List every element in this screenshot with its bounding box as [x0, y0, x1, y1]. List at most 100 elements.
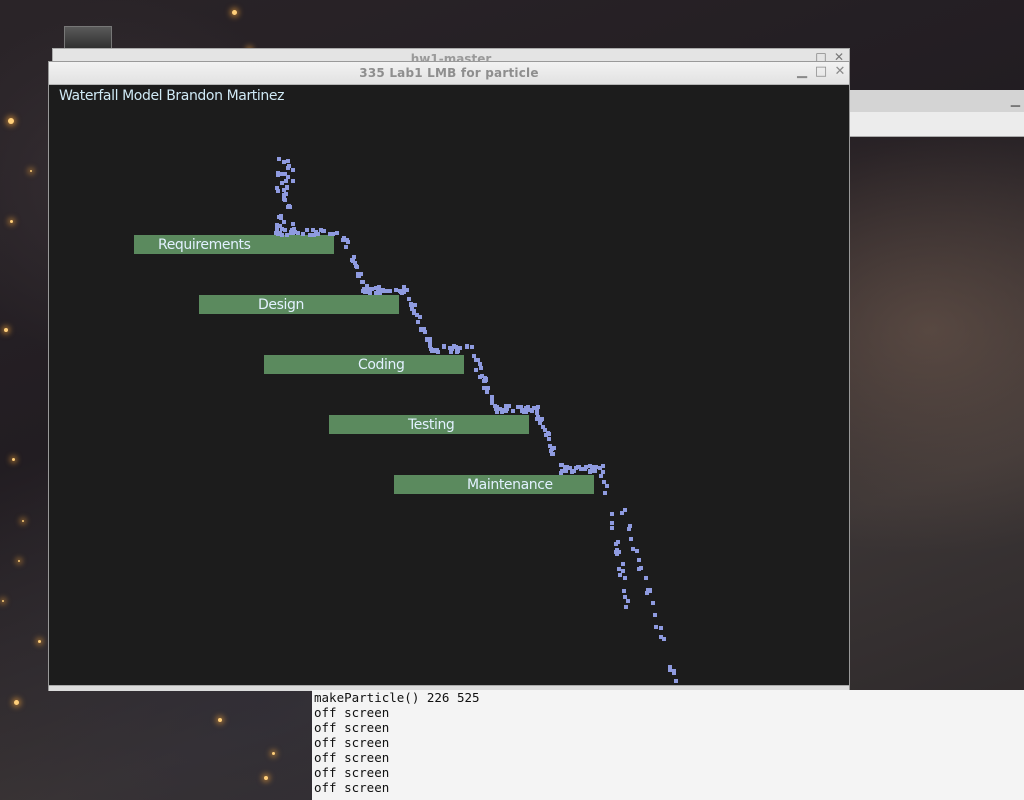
- particle: [523, 408, 527, 412]
- terminal-line: off screen: [314, 765, 390, 780]
- background-window-toolbar: [850, 112, 1024, 137]
- particle: [617, 567, 621, 571]
- particle: [610, 521, 614, 525]
- particle: [583, 467, 587, 471]
- phase-label: Requirements: [158, 237, 251, 253]
- particle: [365, 287, 369, 291]
- particle: [412, 311, 416, 315]
- close-icon[interactable]: ✕: [833, 65, 847, 79]
- phase-box-coding: Coding: [264, 355, 464, 374]
- star: [22, 520, 24, 522]
- star: [264, 776, 268, 780]
- drawing-canvas[interactable]: Waterfall Model Brandon Martinez Require…: [49, 85, 849, 685]
- particle: [626, 599, 630, 603]
- particle: [284, 179, 288, 183]
- particle: [637, 558, 641, 562]
- star: [12, 458, 15, 461]
- minimize-icon[interactable]: ▁: [795, 65, 809, 79]
- particle: [476, 358, 480, 362]
- phase-box-testing: Testing: [329, 415, 529, 434]
- particle: [458, 346, 462, 350]
- particle: [428, 337, 432, 341]
- particle: [377, 285, 381, 289]
- particle: [610, 512, 614, 516]
- particle: [305, 228, 309, 232]
- particle: [623, 576, 627, 580]
- particle: [653, 613, 657, 617]
- particle: [423, 330, 427, 334]
- particle: [280, 181, 284, 185]
- star: [232, 10, 237, 15]
- particle: [287, 164, 291, 168]
- particle: [282, 220, 286, 224]
- star: [18, 560, 20, 562]
- background-window-titlebar-right[interactable]: ▁: [850, 90, 1024, 113]
- maximize-icon[interactable]: □: [814, 65, 828, 79]
- particle: [282, 193, 286, 197]
- particle: [483, 376, 487, 380]
- particle: [662, 637, 666, 641]
- particle: [286, 159, 290, 163]
- particle: [316, 232, 320, 236]
- particle: [474, 368, 478, 372]
- particle: [535, 417, 539, 421]
- window-title: 335 Lab1 LMB for particle: [359, 66, 539, 80]
- particle: [416, 320, 420, 324]
- particle: [376, 290, 380, 294]
- particle: [283, 228, 287, 232]
- phase-label: Coding: [358, 357, 405, 373]
- particle: [328, 232, 332, 236]
- particle: [614, 550, 618, 554]
- app-heading: Waterfall Model Brandon Martinez: [59, 88, 285, 104]
- minimize-icon[interactable]: ▁: [1011, 93, 1020, 107]
- desktop-shortcut-icon[interactable]: [64, 26, 112, 50]
- particle: [511, 409, 515, 413]
- particle: [355, 265, 359, 269]
- particle: [572, 469, 576, 473]
- particle: [478, 375, 482, 379]
- terminal-line: off screen: [314, 720, 390, 735]
- particle: [291, 168, 295, 172]
- particle: [282, 160, 286, 164]
- terminal-output[interactable]: makeParticle() 226 525 off screen off scre…: [312, 690, 1024, 800]
- particle: [277, 157, 281, 161]
- particle: [479, 366, 483, 370]
- particle: [290, 231, 294, 235]
- particle: [495, 407, 499, 411]
- particle: [282, 188, 286, 192]
- particle: [485, 390, 489, 394]
- particle: [651, 601, 655, 605]
- terminal-line: off screen: [314, 750, 390, 765]
- particle: [346, 240, 350, 244]
- particle: [672, 669, 676, 673]
- particle: [616, 540, 620, 544]
- particle: [605, 484, 609, 488]
- star: [8, 118, 14, 124]
- particle: [548, 444, 552, 448]
- particle: [564, 469, 568, 473]
- particle: [278, 231, 282, 235]
- particle: [648, 588, 652, 592]
- particle: [350, 258, 354, 262]
- star: [272, 752, 275, 755]
- particle: [543, 428, 547, 432]
- particle: [528, 408, 532, 412]
- particle: [279, 172, 283, 176]
- particle: [478, 362, 482, 366]
- main-window-titlebar[interactable]: 335 Lab1 LMB for particle ▁ □ ✕: [49, 62, 849, 85]
- particle: [551, 452, 555, 456]
- particle: [544, 433, 548, 437]
- particle: [285, 233, 289, 237]
- particle: [287, 204, 291, 208]
- particle: [308, 233, 312, 237]
- star: [10, 220, 13, 223]
- particle: [654, 625, 658, 629]
- terminal-line: off screen: [314, 780, 390, 795]
- particle: [356, 274, 360, 278]
- particle: [628, 524, 632, 528]
- particle: [618, 573, 622, 577]
- terminal-line: off screen: [314, 735, 390, 750]
- phase-box-maintenance: Maintenance: [394, 475, 594, 494]
- particle: [504, 409, 508, 413]
- particle: [610, 526, 614, 530]
